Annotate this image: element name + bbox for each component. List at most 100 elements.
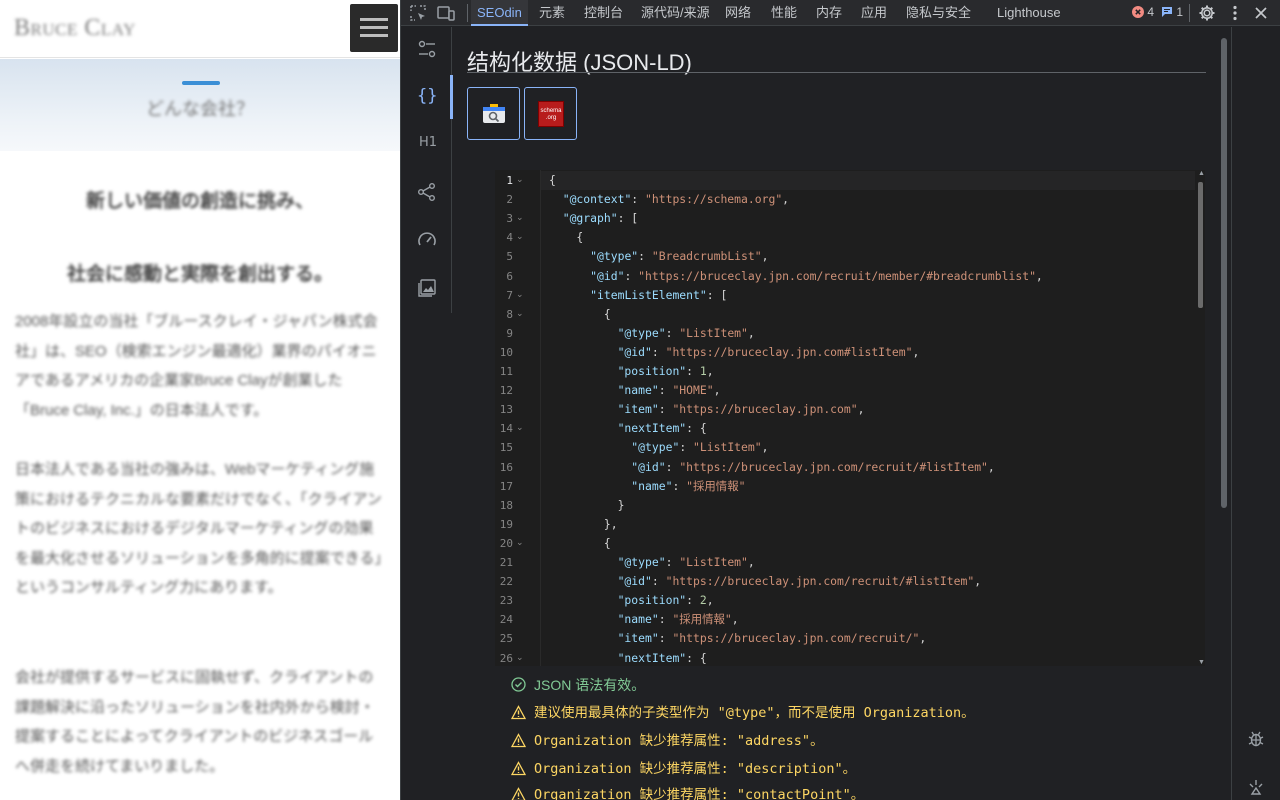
hero-banner: どんな会社？	[0, 59, 400, 151]
tab-lighthouse[interactable]: Lighthouse	[997, 0, 1061, 26]
line-number: 7	[506, 288, 513, 302]
paragraph-2: 日本法人である当社の強みは、Webマーケティング施策におけるテクニカルな要素だけ…	[15, 461, 382, 596]
fold-chevron-icon[interactable]: ⌄	[516, 286, 524, 305]
code-line: },	[549, 516, 618, 531]
tab-seodin[interactable]: SEOdin	[471, 0, 528, 26]
scroll-up-arrow-icon[interactable]: ▲	[1198, 170, 1205, 177]
hero-accent-bar	[182, 81, 220, 85]
google-rich-results-icon	[483, 104, 505, 123]
sidebar-item-headings[interactable]: H1	[401, 123, 452, 169]
warning-text: Organization 缺少推荐属性: "contactPoint"。	[534, 787, 865, 800]
warning-triangle-icon	[511, 787, 526, 800]
line-number: 14	[499, 422, 513, 436]
fold-chevron-icon[interactable]: ⌄	[516, 171, 524, 190]
panel-scrollbar-thumb[interactable]	[1221, 38, 1227, 508]
code-line: {	[549, 173, 556, 187]
rich-results-test-button[interactable]	[467, 87, 520, 140]
line-number: 6	[506, 269, 513, 283]
error-count: 4	[1147, 5, 1155, 19]
code-line: "@type": "ListItem",	[617, 555, 755, 569]
code-line: "@graph": [	[562, 211, 639, 226]
tab-memory[interactable]: 内存	[816, 0, 842, 26]
tab-console[interactable]: 控制台	[584, 0, 623, 26]
panel-scrollbar[interactable]	[1220, 30, 1228, 800]
close-devtools-icon[interactable]	[1252, 4, 1270, 22]
warning-text: Organization 缺少推荐属性: "description"。	[534, 761, 857, 777]
site-logo[interactable]: Bruce Clay	[14, 15, 136, 42]
tab-elements[interactable]: 元素	[539, 0, 565, 26]
message-icon	[1162, 7, 1172, 17]
site-header: Bruce Clay	[0, 0, 400, 58]
sidebar-item-performance[interactable]	[401, 218, 452, 264]
tab-performance[interactable]: 性能	[771, 0, 797, 26]
sidebar-item-structured-data[interactable]: {}	[401, 73, 453, 119]
fold-chevron-icon[interactable]: ⌄	[516, 534, 524, 553]
section-heading-1: 新しい価値の創造に挑み、	[85, 191, 314, 212]
json-ld-editor[interactable]: 1 ⌄ 2 3 ⌄ 4 ⌄ 5 6 7 ⌄ 8 ⌄ 9 10 11 12 13 14 ⌄ 15 16 17 18 19 20 ⌄ 21…	[495, 170, 1205, 666]
fold-chevron-icon[interactable]: ⌄	[516, 649, 524, 667]
line-number: 9	[506, 326, 513, 340]
more-options-icon[interactable]	[1226, 4, 1244, 22]
editor-scrollbar-thumb[interactable]	[1198, 182, 1203, 308]
code-line: "name": "採用情報",	[617, 612, 739, 627]
fold-chevron-icon[interactable]: ⌄	[516, 305, 524, 324]
menu-line	[360, 26, 388, 29]
sidebar-item-social[interactable]	[401, 170, 452, 216]
sidebar-item-images[interactable]	[401, 266, 452, 312]
code-line: "item": "https://bruceclay.jpn.com",	[617, 402, 865, 417]
tab-application[interactable]: 应用	[861, 0, 887, 26]
line-number: 17	[499, 479, 513, 493]
title-divider	[467, 72, 1206, 73]
tab-network[interactable]: 网络	[725, 0, 751, 26]
tab-sources[interactable]: 源代码/来源	[641, 0, 710, 26]
code-line: {	[549, 306, 611, 321]
message-count-badge[interactable]: 1	[1161, 5, 1183, 21]
right-rail	[1231, 27, 1280, 800]
fold-chevron-icon[interactable]: ⌄	[516, 419, 524, 438]
validation-warning: Organization 缺少推荐属性: "description"。	[511, 757, 1111, 781]
line-number: 5	[506, 250, 513, 264]
menu-line	[360, 34, 388, 37]
line-number: 26	[499, 651, 513, 665]
schema-validator-button[interactable]: schema .org	[524, 87, 577, 140]
code-line: "item": "https://bruceclay.jpn.com/recru…	[617, 631, 927, 646]
line-number-gutter: 1 ⌄ 2 3 ⌄ 4 ⌄ 5 6 7 ⌄ 8 ⌄ 9 10 11 12 13 14 ⌄ 15 16 17 18 19 20 ⌄ 21…	[495, 170, 541, 666]
seodin-sidebar: {} H1	[401, 27, 453, 313]
line-number: 21	[499, 556, 513, 569]
svg-text:{}: {}	[417, 86, 437, 105]
code-line: "nextItem": {	[617, 650, 707, 665]
editor-scrollbar[interactable]: ▲ ▼	[1196, 170, 1205, 666]
validation-ok-text: JSON 语法有效。	[534, 677, 646, 693]
headings-icon: H1	[419, 135, 438, 150]
code-line: "@type": "ListItem",	[617, 325, 755, 340]
code-line: "@type": "BreadcrumbList",	[590, 249, 769, 264]
code-line: "@context": "https://schema.org",	[562, 192, 790, 207]
check-circle-icon	[511, 677, 526, 692]
tab-privacy-security[interactable]: 隐私与安全	[906, 0, 971, 26]
web-page-preview: Bruce Clay どんな会社？ 新しい価値の創造に挑み、 社会に感動と実際を…	[0, 0, 400, 800]
sliders-icon	[418, 40, 436, 58]
line-number: 10	[499, 345, 513, 359]
current-line-highlight	[541, 171, 1195, 190]
inspect-element-icon[interactable]	[409, 4, 427, 22]
line-number: 16	[499, 460, 513, 474]
device-toolbar-icon[interactable]	[437, 4, 455, 22]
fold-chevron-icon[interactable]: ⌄	[516, 209, 524, 228]
code-line: "position": 1,	[617, 364, 714, 378]
devtools-tabbar: SEOdin 元素 控制台 源代码/来源 网络 性能 内存 应用 隐私与安全 L…	[401, 0, 1280, 26]
settings-gear-icon[interactable]	[1198, 4, 1216, 22]
error-count-badge[interactable]: 4	[1132, 5, 1154, 21]
braces-icon: {}	[417, 86, 437, 105]
code-line: "name": "採用情報"	[631, 478, 746, 493]
sidebar-item-overview[interactable]	[401, 27, 452, 73]
lighthouse-sparkle-icon[interactable]	[1246, 777, 1266, 797]
validation-warning: 建议使用最具体的子类型作为 "@type"，而不是使用 Organization…	[511, 701, 1111, 725]
warning-triangle-icon	[511, 761, 526, 776]
speedometer-icon	[418, 232, 436, 246]
menu-line	[360, 18, 388, 21]
hamburger-menu-button[interactable]	[350, 4, 398, 52]
scroll-down-arrow-icon[interactable]: ▼	[1198, 659, 1205, 666]
bug-icon[interactable]	[1246, 729, 1266, 749]
fold-chevron-icon[interactable]: ⌄	[516, 228, 524, 247]
code-line: "@id": "https://bruceclay.jpn.com/recrui…	[590, 268, 1043, 283]
